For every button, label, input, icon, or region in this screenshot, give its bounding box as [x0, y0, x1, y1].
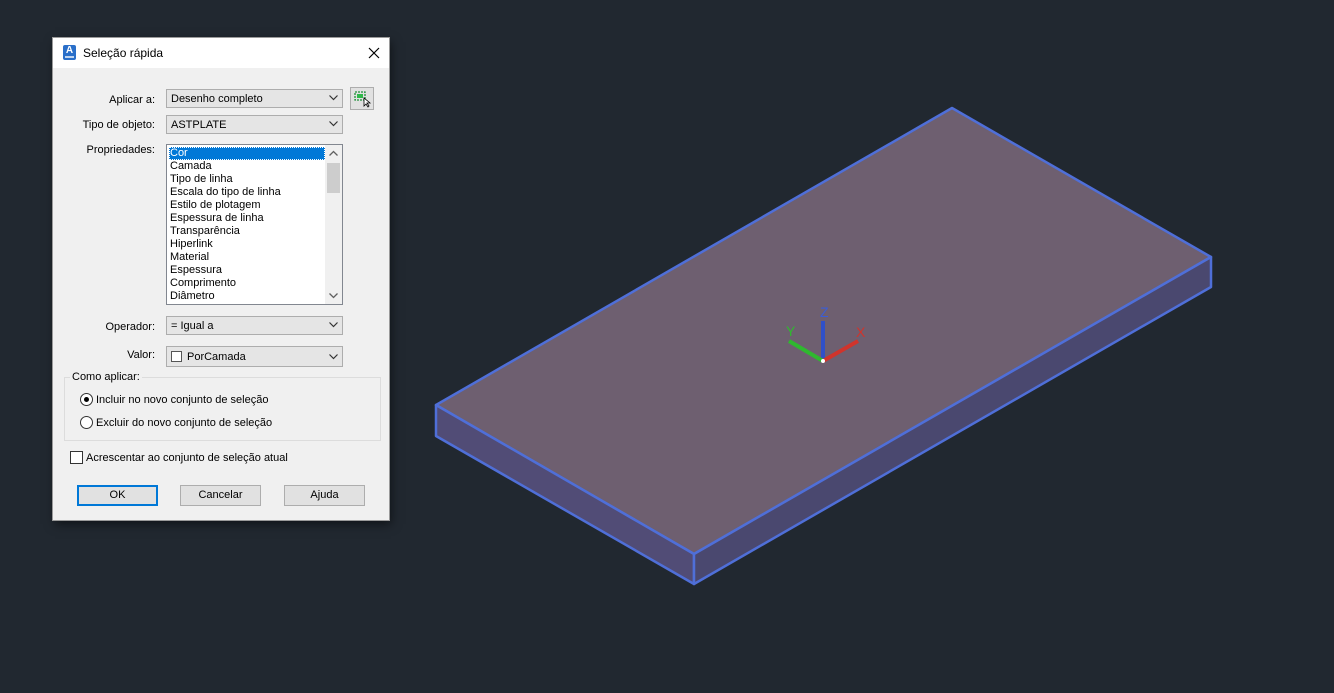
list-item[interactable]: Hiperlink [169, 238, 325, 251]
scroll-down-icon [329, 293, 338, 299]
close-icon [368, 47, 380, 59]
list-item[interactable]: Espessura [169, 264, 325, 277]
color-swatch [171, 351, 182, 362]
app-icon: A [63, 45, 76, 60]
ucs-x-label: X [856, 324, 866, 340]
append-checkbox[interactable] [70, 451, 83, 464]
scroll-thumb[interactable] [327, 163, 340, 193]
dialog-title: Seleção rápida [83, 46, 164, 60]
properties-label: Propriedades: [86, 144, 156, 156]
cancel-button[interactable]: Cancelar [180, 485, 261, 506]
ucs-y-label: Y [786, 323, 796, 339]
object-type-dropdown[interactable]: ASTPLATE [166, 115, 343, 134]
include-label[interactable]: Incluir no novo conjunto de seleção [96, 394, 268, 406]
operator-dropdown[interactable]: = Igual a [166, 316, 343, 335]
select-objects-button[interactable] [350, 87, 374, 110]
select-objects-icon [354, 91, 372, 108]
scroll-up-icon [329, 150, 338, 156]
properties-item-cor[interactable]: Cor [169, 147, 325, 160]
ucs-origin [821, 359, 825, 363]
value-label: Valor: [127, 349, 155, 361]
exclude-label[interactable]: Excluir do novo conjunto de seleção [96, 417, 272, 429]
exclude-radio[interactable] [80, 416, 93, 429]
close-button[interactable] [359, 38, 389, 68]
value-value: PorCamada [187, 351, 246, 363]
list-item[interactable]: Material [169, 251, 325, 264]
list-item[interactable]: Camada [169, 160, 325, 173]
quick-select-dialog: A Seleção rápida Aplicar a: Desenho comp… [53, 38, 389, 520]
help-button[interactable]: Ajuda [284, 485, 365, 506]
value-dropdown[interactable]: PorCamada [166, 346, 343, 367]
list-item[interactable]: Espessura de linha [169, 212, 325, 225]
how-to-apply-group [64, 377, 381, 441]
list-item[interactable]: Tipo de linha [169, 173, 325, 186]
append-label[interactable]: Acrescentar ao conjunto de seleção atual [86, 452, 288, 464]
how-to-apply-title: Como aplicar: [70, 371, 142, 383]
list-item[interactable]: Estilo de plotagem [169, 199, 325, 212]
list-item[interactable]: Escala do tipo de linha [169, 186, 325, 199]
object-type-label: Tipo de objeto: [82, 119, 155, 131]
ucs-z-label: Z [820, 304, 829, 320]
include-radio[interactable] [80, 393, 93, 406]
scroll-up-button[interactable] [325, 145, 342, 162]
ok-button[interactable]: OK [77, 485, 158, 506]
chevron-down-icon [329, 354, 338, 360]
list-item[interactable]: Comprimento [169, 277, 325, 290]
object-type-value: ASTPLATE [171, 119, 227, 131]
list-item[interactable]: Diâmetro [169, 290, 325, 303]
operator-value: = Igual a [171, 320, 214, 332]
dialog-titlebar[interactable]: A Seleção rápida [53, 38, 389, 68]
list-item[interactable]: Transparência [169, 225, 325, 238]
properties-scrollbar[interactable] [325, 145, 342, 304]
chevron-down-icon [329, 95, 338, 101]
chevron-down-icon [329, 322, 338, 328]
apply-to-dropdown[interactable]: Desenho completo [166, 89, 343, 108]
chevron-down-icon [329, 121, 338, 127]
scroll-down-button[interactable] [325, 287, 342, 304]
properties-listbox[interactable]: Cor Camada Tipo de linha Escala do tipo … [166, 144, 343, 305]
apply-to-value: Desenho completo [171, 93, 263, 105]
operator-label: Operador: [105, 321, 155, 333]
apply-to-label: Aplicar a: [109, 94, 155, 106]
